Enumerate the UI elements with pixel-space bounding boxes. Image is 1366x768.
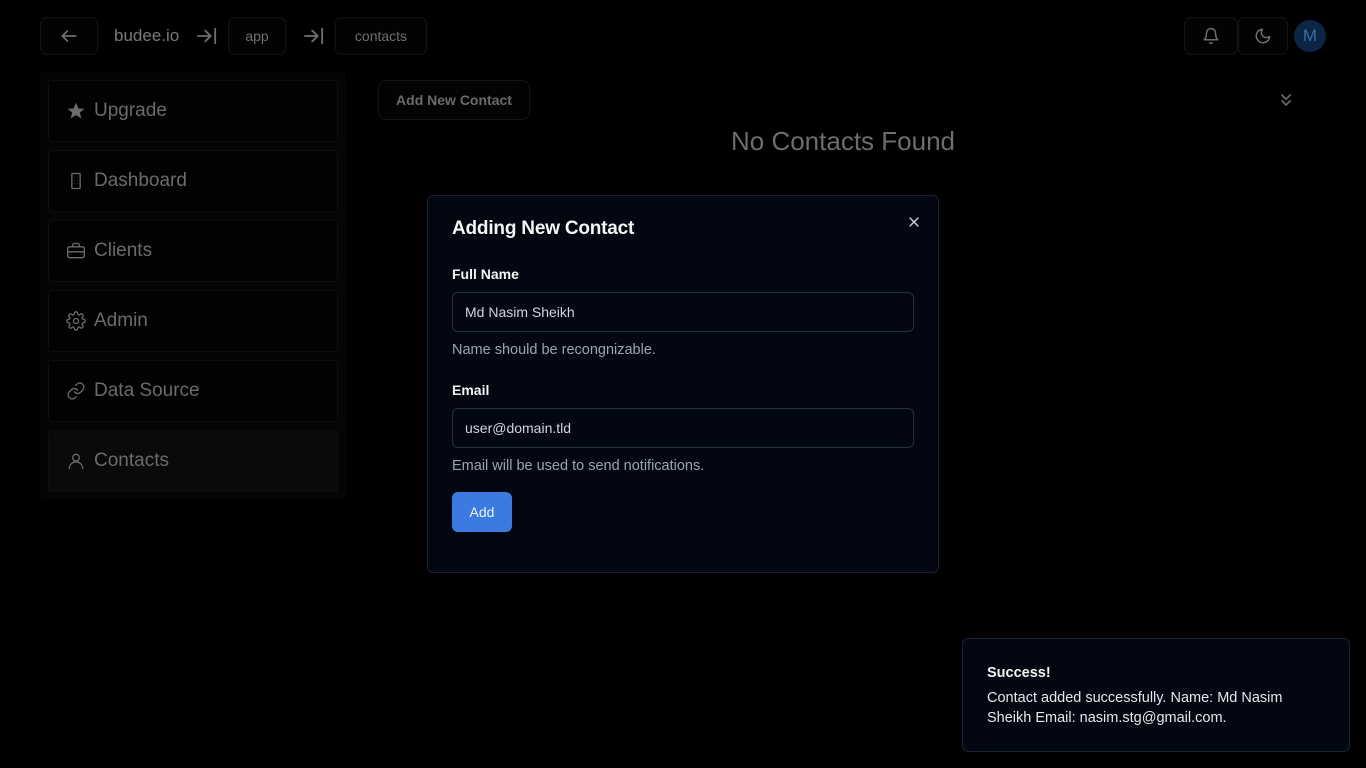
moon-icon [1255, 28, 1271, 44]
star-icon [66, 101, 86, 121]
arrow-left-icon [61, 30, 77, 42]
gear-icon [66, 311, 86, 331]
sidebar-item-label: Contacts [94, 450, 169, 471]
breadcrumb-brand[interactable]: budee.io [114, 17, 179, 55]
sidebar-item-data-source[interactable]: Data Source [48, 360, 338, 422]
top-bar: budee.io app contacts M [0, 0, 1366, 72]
close-icon[interactable] [906, 214, 922, 230]
chevrons-down-icon[interactable] [1276, 90, 1296, 110]
briefcase-icon [66, 241, 86, 261]
breadcrumb-contacts[interactable]: contacts [335, 17, 427, 55]
building-icon [66, 171, 86, 191]
email-label: Email [452, 382, 490, 398]
sidebar: Upgrade Dashboard Clients Admin Data Sou… [40, 72, 346, 500]
breadcrumb-app[interactable]: app [228, 17, 286, 55]
empty-state-title: No Contacts Found [730, 126, 955, 156]
toast-message: Contact added successfully. Name: Md Nas… [987, 690, 1283, 726]
back-button[interactable] [40, 17, 98, 55]
bell-icon [1203, 27, 1219, 45]
sidebar-item-admin[interactable]: Admin [48, 290, 338, 352]
modal-title: Adding New Contact [452, 218, 635, 239]
add-button[interactable]: Add [452, 492, 512, 532]
sidebar-item-label: Data Source [94, 380, 200, 401]
full-name-label: Full Name [452, 266, 519, 282]
sidebar-item-dashboard[interactable]: Dashboard [48, 150, 338, 212]
success-toast: Success! Contact added successfully. Nam… [962, 638, 1350, 752]
sidebar-item-label: Dashboard [94, 170, 187, 191]
sidebar-item-label: Admin [94, 310, 148, 331]
full-name-hint: Name should be recongnizable. [452, 342, 656, 358]
notifications-button[interactable] [1184, 17, 1238, 55]
sidebar-item-label: Upgrade [94, 100, 167, 121]
link-icon [66, 381, 86, 401]
email-input[interactable] [452, 408, 914, 448]
sidebar-item-contacts[interactable]: Contacts [48, 430, 338, 492]
add-new-contact-button[interactable]: Add New Contact [378, 80, 530, 120]
sidebar-item-clients[interactable]: Clients [48, 220, 338, 282]
user-icon [66, 451, 86, 471]
add-contact-modal: Adding New Contact Full Name Name should… [427, 195, 939, 573]
arrow-right-to-line-icon [197, 27, 217, 45]
email-hint: Email will be used to send notifications… [452, 458, 705, 474]
theme-toggle-button[interactable] [1238, 17, 1288, 55]
avatar[interactable]: M [1294, 20, 1326, 52]
sidebar-item-label: Clients [94, 240, 153, 261]
toast-title: Success! [987, 665, 1051, 681]
arrow-right-to-line-icon [303, 27, 324, 45]
sidebar-item-upgrade[interactable]: Upgrade [48, 80, 338, 142]
full-name-input[interactable] [452, 292, 914, 332]
